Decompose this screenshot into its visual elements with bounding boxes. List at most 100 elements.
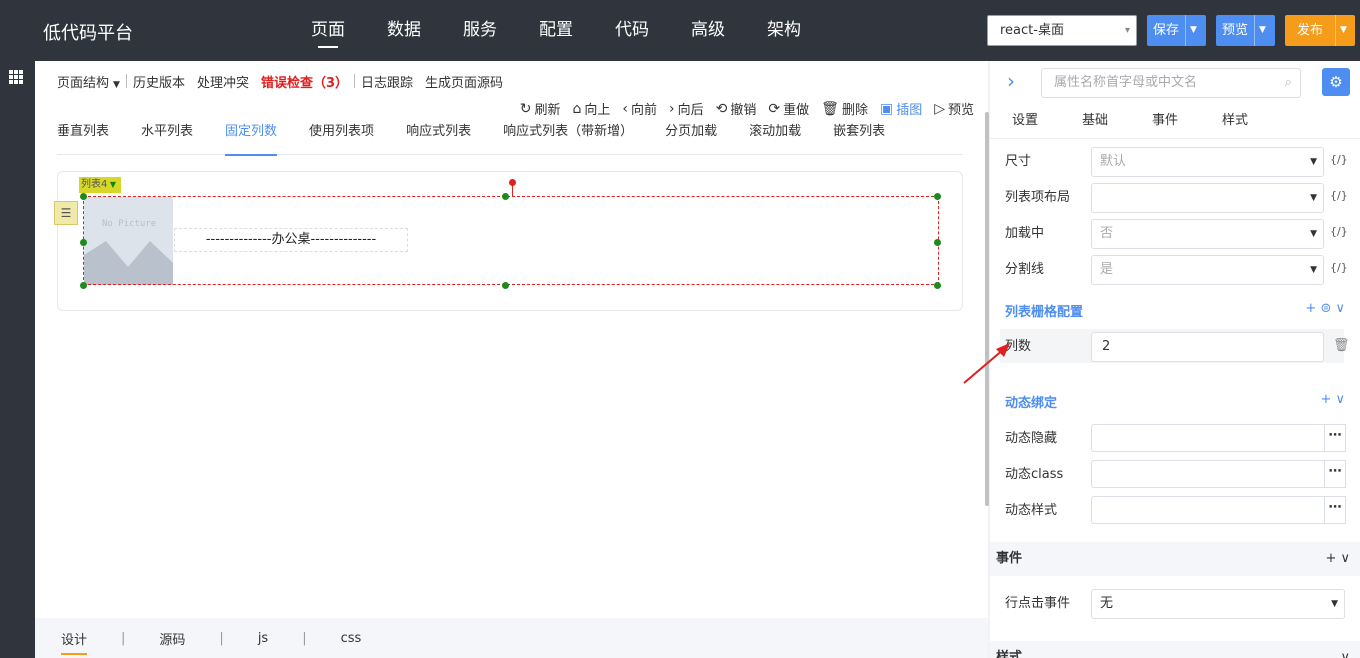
resize-handle[interactable]	[80, 282, 87, 289]
nav-architecture[interactable]: 架构	[746, 0, 822, 61]
chevron-down-icon[interactable]: ∨	[1335, 392, 1345, 407]
tab-nested-list[interactable]: 嵌套列表	[833, 117, 885, 155]
add-icon[interactable]: +	[1320, 392, 1331, 407]
dyn-hidden-input[interactable]	[1091, 424, 1324, 452]
row-click-select[interactable]: 无 ▼	[1091, 589, 1345, 619]
forward-button[interactable]: ‹ 向前	[622, 99, 657, 119]
nav-code[interactable]: 代码	[594, 0, 670, 61]
dyn-class-input[interactable]	[1091, 460, 1324, 488]
nav-advanced[interactable]: 高级	[670, 0, 746, 61]
tab-paging-load[interactable]: 分页加载	[665, 117, 717, 155]
preview-label: 预览	[1222, 23, 1249, 38]
resize-handle[interactable]	[80, 193, 87, 200]
resize-handle[interactable]	[934, 282, 941, 289]
selection-box[interactable]	[83, 196, 939, 285]
events-section-bar[interactable]: 事件 + ∨	[990, 542, 1360, 576]
resize-handle[interactable]	[502, 193, 509, 200]
nav-data[interactable]: 数据	[366, 0, 442, 61]
resize-handle[interactable]	[502, 282, 509, 289]
top-bar: 低代码平台 页面 数据 服务 配置 代码 高级 架构 react-桌面 ▾ 保存…	[0, 0, 1360, 61]
add-icon[interactable]: +	[1305, 301, 1316, 316]
columns-input[interactable]: 2	[1091, 332, 1324, 362]
resize-handle[interactable]	[934, 193, 941, 200]
chevron-down-icon[interactable]: ∨	[1340, 641, 1350, 658]
dynamic-binding-section[interactable]: 动态绑定 + ∨	[1005, 392, 1345, 412]
insert-image-button[interactable]: ▣ 插图	[880, 99, 922, 119]
history-button[interactable]: 历史版本	[127, 72, 191, 91]
tab-basic[interactable]: 基础	[1060, 105, 1130, 138]
expression-button[interactable]: {/}	[1330, 219, 1348, 245]
resize-handle[interactable]	[80, 239, 87, 246]
save-button[interactable]: 保存 ▼	[1147, 15, 1206, 46]
tab-js[interactable]: js	[258, 631, 268, 646]
tab-settings[interactable]: 设置	[990, 105, 1060, 138]
caret-down-icon[interactable]: ▼	[1185, 15, 1201, 46]
expression-button[interactable]: {/}	[1330, 255, 1348, 281]
nav-service[interactable]: 服务	[442, 0, 518, 61]
move-up-button[interactable]: ⌂ 向上	[573, 99, 611, 119]
layout-select[interactable]: ▼	[1091, 183, 1324, 213]
grid-config-section[interactable]: 列表栅格配置 + ⊜ ∨	[1005, 301, 1345, 321]
backward-button[interactable]: › 向后	[669, 99, 704, 119]
more-button[interactable]: ⋯	[1324, 496, 1346, 524]
page-structure-menu[interactable]: 页面结构 ▼	[51, 72, 126, 91]
nav-config[interactable]: 配置	[518, 0, 594, 61]
chevron-down-icon[interactable]: ∨	[1340, 551, 1350, 566]
link-icon[interactable]: ⊜	[1320, 301, 1331, 316]
publish-button[interactable]: 发布 ▼	[1285, 15, 1355, 46]
error-check-button[interactable]: 错误检查（3）	[255, 72, 354, 91]
tab-css[interactable]: css	[341, 631, 362, 646]
size-label: 尺寸	[1005, 154, 1032, 169]
preview-button[interactable]: 预览 ▼	[1216, 15, 1275, 46]
delete-button[interactable]: 🗑 删除	[821, 99, 868, 119]
caret-down-icon[interactable]: ▼	[1335, 15, 1351, 46]
rotate-handle[interactable]	[509, 179, 516, 186]
canvas-scrollbar[interactable]	[985, 112, 989, 506]
conflict-button[interactable]: 处理冲突	[191, 72, 255, 91]
size-select[interactable]: 默认 ▼	[1091, 147, 1324, 177]
dyn-style-input[interactable]	[1091, 496, 1324, 524]
platform-select[interactable]: react-桌面 ▾	[987, 15, 1137, 46]
expression-button[interactable]: {/}	[1330, 183, 1348, 209]
size-row: 尺寸 默认 ▼ {/}	[1005, 147, 1348, 177]
preview-button-canvas[interactable]: ▷ 预览	[934, 99, 974, 119]
undo-button[interactable]: ⟲ 撤销	[716, 99, 757, 119]
collapse-panel-icon[interactable]: ›	[1007, 69, 1015, 93]
tab-responsive-list[interactable]: 响应式列表	[406, 117, 471, 155]
apps-grid-icon[interactable]	[9, 70, 23, 84]
caret-down-icon[interactable]: ▼	[1254, 15, 1270, 46]
gear-icon[interactable]: ⚙	[1322, 68, 1350, 96]
tab-events[interactable]: 事件	[1130, 105, 1200, 138]
dyn-style-label: 动态样式	[1005, 503, 1058, 518]
trash-icon[interactable]: 🗑	[1333, 338, 1350, 353]
more-button[interactable]: ⋯	[1324, 460, 1346, 488]
tab-scroll-load[interactable]: 滚动加载	[749, 117, 801, 155]
redo-button[interactable]: ⟳ 重做	[768, 99, 809, 119]
component-tag[interactable]: 列表4 ▼	[79, 177, 121, 193]
tab-vertical-list[interactable]: 垂直列表	[57, 117, 109, 155]
nav-page[interactable]: 页面	[290, 0, 366, 61]
tab-fixed-columns[interactable]: 固定列数	[225, 117, 278, 156]
tab-source[interactable]: 源码	[159, 629, 185, 648]
row-click-label: 行点击事件	[1005, 596, 1071, 611]
loading-select[interactable]: 否 ▼	[1091, 219, 1324, 249]
property-search-input[interactable]: 属性名称首字母或中文名 ⌕	[1041, 68, 1301, 98]
expression-button[interactable]: {/}	[1330, 147, 1348, 173]
tab-use-list-item[interactable]: 使用列表项	[309, 117, 374, 155]
add-icon[interactable]: +	[1325, 551, 1336, 566]
chevron-down-icon[interactable]: ∨	[1335, 301, 1345, 316]
style-section-bar[interactable]: 样式 ∨	[990, 641, 1360, 658]
more-button[interactable]: ⋯	[1324, 424, 1346, 452]
tab-design[interactable]: 设计	[61, 629, 88, 655]
edit-toolbar: ↻ 刷新 ⌂ 向上 ‹ 向前 › 向后 ⟲ 撤销 ⟳ 重做 🗑 删除 ▣ 插图 ▷ 预览	[520, 99, 974, 119]
design-canvas: 页面结构 ▼ 历史版本 处理冲突 错误检查（3） 日志跟踪 生成页面源码 ↻ 刷新 …	[35, 61, 988, 658]
generate-source-button[interactable]: 生成页面源码	[419, 72, 509, 91]
log-trace-button[interactable]: 日志跟踪	[355, 72, 419, 91]
tab-responsive-list-add[interactable]: 响应式列表（带新增）	[503, 117, 633, 155]
refresh-button[interactable]: ↻ 刷新	[520, 99, 561, 119]
tab-styles[interactable]: 样式	[1200, 105, 1270, 138]
divider-select[interactable]: 是 ▼	[1091, 255, 1324, 285]
list-component-icon[interactable]: ☰	[54, 201, 78, 225]
resize-handle[interactable]	[934, 239, 941, 246]
tab-horizontal-list[interactable]: 水平列表	[141, 117, 193, 155]
